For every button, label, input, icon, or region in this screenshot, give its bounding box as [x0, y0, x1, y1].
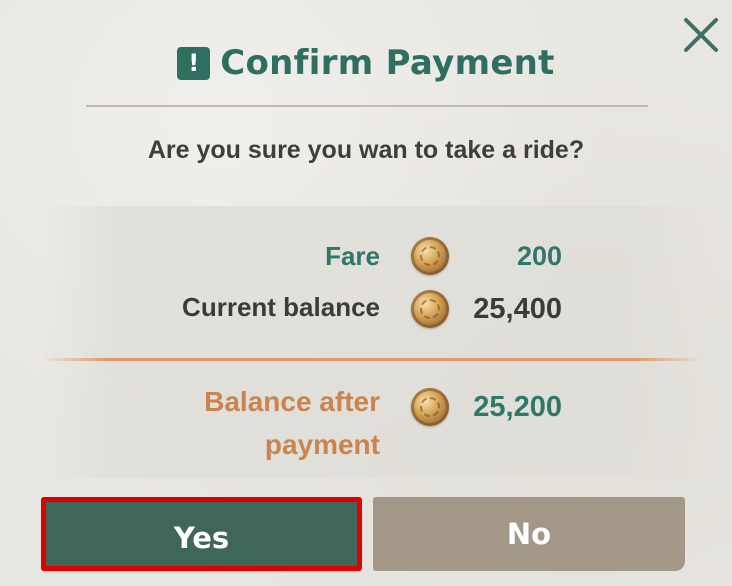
coin-icon — [411, 290, 449, 328]
no-button[interactable]: No — [373, 497, 685, 571]
coin-icon — [411, 237, 449, 275]
current-balance-value: 25,400 — [473, 293, 562, 325]
fare-value: 200 — [516, 241, 562, 271]
yes-button[interactable]: Yes — [41, 497, 362, 571]
no-button-label: No — [506, 517, 552, 551]
coin-icon — [411, 388, 449, 426]
balance-after-label-line2: payment — [264, 429, 380, 460]
balance-after-label: Balance after payment — [204, 380, 380, 466]
confirm-payment-dialog: ! Confirm Payment Are you sure you wan t… — [0, 0, 732, 586]
balance-divider — [42, 358, 702, 361]
current-balance-label: Current balance — [182, 292, 380, 322]
balance-after-value: 25,200 — [473, 391, 562, 423]
fare-label: Fare — [325, 241, 380, 271]
dialog-title-row: ! Confirm Payment — [0, 40, 732, 86]
title-divider — [86, 105, 648, 107]
dialog-title: Confirm Payment — [220, 43, 555, 83]
confirmation-question: Are you sure you wan to take a ride? — [147, 136, 585, 164]
balance-after-label-line1: Balance after — [204, 386, 380, 417]
yes-button-label: Yes — [173, 521, 230, 555]
exclamation-icon: ! — [177, 46, 211, 80]
